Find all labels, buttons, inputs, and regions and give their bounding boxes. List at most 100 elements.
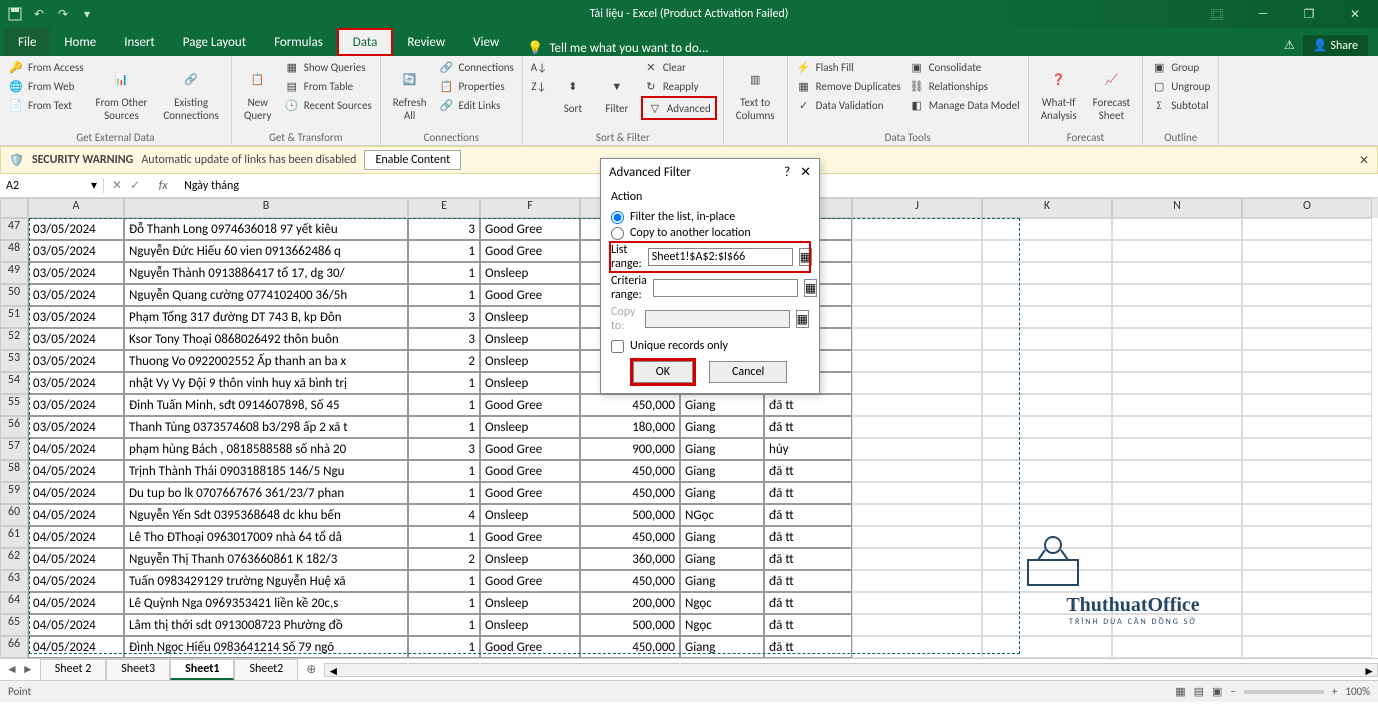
tab-formulas[interactable]: Formulas xyxy=(260,28,337,56)
cell[interactable]: Giang xyxy=(680,570,764,592)
cell[interactable] xyxy=(982,570,1112,592)
cell[interactable]: 04/05/2024 xyxy=(28,592,124,614)
row-header[interactable]: 62 xyxy=(0,548,28,570)
cell[interactable] xyxy=(852,372,982,394)
cell[interactable] xyxy=(852,482,982,504)
table-row[interactable]: 57 04/05/2024 phạm hùng Bách , 081858858… xyxy=(0,438,1378,460)
redo-icon[interactable]: ↷ xyxy=(54,5,72,23)
table-row[interactable]: 62 04/05/2024 Nguyễn Thị Thanh 076366086… xyxy=(0,548,1378,570)
zoom-out-icon[interactable]: − xyxy=(1230,685,1235,698)
row-header[interactable]: 52 xyxy=(0,328,28,350)
cell[interactable]: Good Gree xyxy=(480,636,580,658)
cell[interactable] xyxy=(1112,218,1242,240)
row-header[interactable]: 50 xyxy=(0,284,28,306)
cell[interactable] xyxy=(982,372,1112,394)
row-header[interactable]: 51 xyxy=(0,306,28,328)
cell[interactable]: hủy xyxy=(764,438,852,460)
cell[interactable]: Good Gree xyxy=(480,240,580,262)
cell[interactable]: 450,000 xyxy=(580,636,680,658)
filter-button[interactable]: ▼Filter xyxy=(597,58,637,129)
sheet-tab[interactable]: Sheet1 xyxy=(170,659,234,680)
row-header[interactable]: 56 xyxy=(0,416,28,438)
cell[interactable]: 3 xyxy=(408,218,480,240)
from-other-sources-button[interactable]: 📊From Other Sources xyxy=(90,58,154,129)
cell[interactable] xyxy=(982,548,1112,570)
cell[interactable] xyxy=(1242,526,1372,548)
cell[interactable] xyxy=(1242,262,1372,284)
cell[interactable]: đã tt xyxy=(764,636,852,658)
sheet-next-icon[interactable]: ► xyxy=(22,662,34,677)
cell[interactable]: Onsleep xyxy=(480,350,580,372)
forecast-sheet-button[interactable]: 📈Forecast Sheet xyxy=(1087,58,1137,129)
table-row[interactable]: 55 03/05/2024 Đinh Tuấn Minh, sđt 091460… xyxy=(0,394,1378,416)
cell[interactable] xyxy=(982,460,1112,482)
cell[interactable]: Onsleep xyxy=(480,614,580,636)
column-header[interactable]: O xyxy=(1242,198,1372,218)
cell[interactable] xyxy=(1112,416,1242,438)
cell[interactable]: Đình Ngọc Hiếu 0983641214 Số 79 ngõ xyxy=(124,636,408,658)
cell[interactable]: NGọc xyxy=(680,504,764,526)
cell[interactable]: Nguyễn Quang cường 0774102400 36/5h xyxy=(124,284,408,306)
column-header[interactable]: F xyxy=(480,198,580,218)
cell[interactable]: Trịnh Thành Thái 0903188185 146/5 Ngu xyxy=(124,460,408,482)
sheet-tab[interactable]: Sheet2 xyxy=(234,659,298,680)
tab-page-layout[interactable]: Page Layout xyxy=(169,28,260,56)
new-query-button[interactable]: 📋New Query xyxy=(238,58,278,129)
cell[interactable] xyxy=(852,306,982,328)
cell[interactable]: Good Gree xyxy=(480,526,580,548)
minimize-icon[interactable]: — xyxy=(1240,0,1286,28)
cell[interactable]: Good Gree xyxy=(480,438,580,460)
cell[interactable]: 450,000 xyxy=(580,482,680,504)
dialog-close-icon[interactable]: ✕ xyxy=(800,165,811,180)
cell[interactable] xyxy=(1242,636,1372,658)
clear-button[interactable]: ✕Clear xyxy=(641,58,717,76)
table-row[interactable]: 59 04/05/2024 Du tup bo lk 0707667676 36… xyxy=(0,482,1378,504)
cell[interactable]: Tuấn 0983429129 trường Nguyễn Huệ xã xyxy=(124,570,408,592)
sheet-tab[interactable]: Sheet3 xyxy=(106,659,170,680)
cell[interactable]: Nguyễn Thành 0913886417 tổ 17, dg 30/ xyxy=(124,262,408,284)
column-header[interactable]: N xyxy=(1112,198,1242,218)
cell[interactable] xyxy=(982,592,1112,614)
cell[interactable]: 03/05/2024 xyxy=(28,240,124,262)
refresh-all-button[interactable]: 🔄Refresh All xyxy=(387,58,433,129)
cell[interactable]: Onsleep xyxy=(480,416,580,438)
cell[interactable]: 3 xyxy=(408,328,480,350)
cell[interactable] xyxy=(982,306,1112,328)
cell[interactable] xyxy=(852,460,982,482)
cell[interactable]: 04/05/2024 xyxy=(28,548,124,570)
cell[interactable]: 03/05/2024 xyxy=(28,372,124,394)
row-header[interactable]: 60 xyxy=(0,504,28,526)
column-header[interactable]: A xyxy=(28,198,124,218)
cell[interactable]: 500,000 xyxy=(580,614,680,636)
sort-az-button[interactable]: A↓ xyxy=(529,58,549,76)
cell[interactable]: 1 xyxy=(408,416,480,438)
ribbon-options-icon[interactable]: ⿴ xyxy=(1194,0,1240,28)
cell[interactable] xyxy=(982,504,1112,526)
row-header[interactable]: 54 xyxy=(0,372,28,394)
data-validation-button[interactable]: ✓Data Validation xyxy=(794,96,903,114)
cell[interactable] xyxy=(1242,592,1372,614)
table-row[interactable]: 66 04/05/2024 Đình Ngọc Hiếu 0983641214 … xyxy=(0,636,1378,658)
cell[interactable]: 360,000 xyxy=(580,548,680,570)
cell[interactable]: 1 xyxy=(408,482,480,504)
cell[interactable] xyxy=(1242,372,1372,394)
row-header[interactable]: 63 xyxy=(0,570,28,592)
row-header[interactable]: 48 xyxy=(0,240,28,262)
name-box[interactable]: A2▾ xyxy=(0,178,104,193)
cell[interactable] xyxy=(852,570,982,592)
cell[interactable] xyxy=(1112,306,1242,328)
cell[interactable]: 450,000 xyxy=(580,570,680,592)
row-header[interactable]: 49 xyxy=(0,262,28,284)
sheet-tab[interactable]: Sheet 2 xyxy=(40,659,107,680)
cell[interactable] xyxy=(1112,504,1242,526)
cell[interactable]: đã tt xyxy=(764,570,852,592)
cell[interactable] xyxy=(982,636,1112,658)
cell[interactable]: 180,000 xyxy=(580,416,680,438)
add-sheet-button[interactable]: ⊕ xyxy=(298,662,324,677)
cell[interactable] xyxy=(1112,592,1242,614)
cell[interactable] xyxy=(1242,328,1372,350)
range-picker-icon[interactable]: ▦ xyxy=(796,310,809,328)
table-row[interactable]: 58 04/05/2024 Trịnh Thành Thái 090318818… xyxy=(0,460,1378,482)
share-button[interactable]: 👤 Share xyxy=(1303,35,1368,56)
row-header[interactable]: 47 xyxy=(0,218,28,240)
